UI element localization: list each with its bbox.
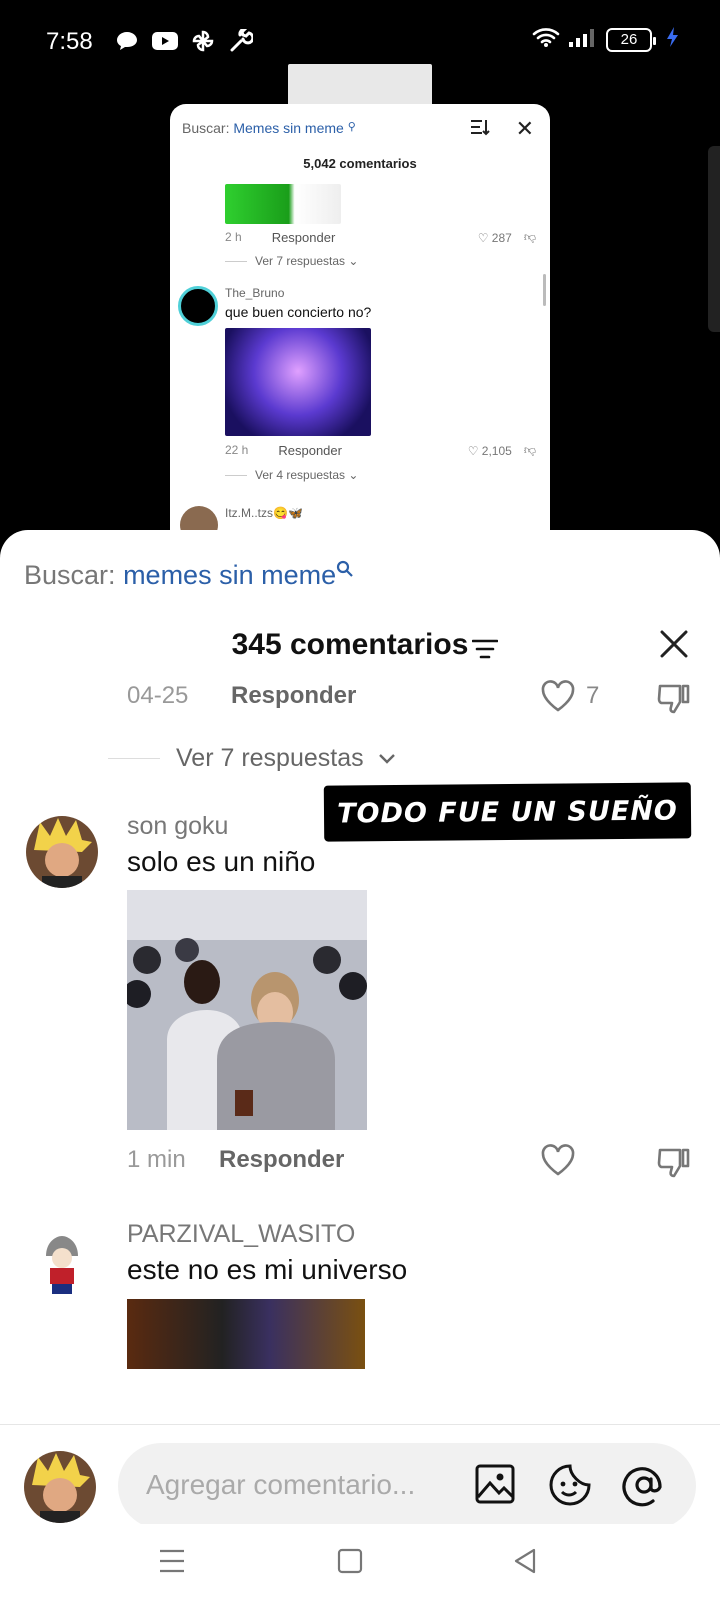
mini-comment-meta-2: 22 h Responder	[225, 443, 342, 458]
mini-panel-preview	[288, 64, 432, 108]
heart-icon	[541, 1144, 575, 1176]
sort-icon[interactable]	[470, 118, 490, 141]
dislike-icon[interactable]	[656, 682, 692, 721]
search-label: Buscar:	[24, 560, 116, 590]
mini-comment-image[interactable]	[225, 184, 341, 224]
comment-username-2[interactable]: PARZIVAL_WASITO	[127, 1220, 355, 1249]
chevron-down-icon	[378, 753, 395, 764]
mention-icon[interactable]	[622, 1463, 666, 1507]
comment-time-2: 1 min	[127, 1146, 186, 1173]
comment-count: 345 comentarios	[231, 628, 469, 661]
reply-button-2[interactable]: Responder	[219, 1146, 344, 1174]
youtube-icon	[152, 28, 178, 54]
notification-icons	[114, 28, 254, 54]
avatar-2[interactable]	[26, 1226, 98, 1298]
avatar[interactable]	[26, 816, 98, 888]
signal-icon	[568, 26, 598, 53]
comment-text-2: este no es mi universo	[127, 1254, 408, 1285]
dislike-icon[interactable]: 👎︎	[524, 230, 536, 245]
search-icon: ⚲	[347, 121, 356, 133]
chat-bubble-icon	[114, 28, 140, 54]
search-icon	[336, 554, 354, 585]
like-button[interactable]: 7	[540, 680, 599, 712]
back-icon[interactable]	[512, 1548, 538, 1579]
screen: 7:58 26 Buscar: Memes sin meme ⚲ ✕ 5,042…	[0, 0, 720, 1604]
close-icon[interactable]	[656, 626, 692, 662]
reply-button[interactable]: Responder	[231, 682, 356, 710]
wifi-icon	[532, 26, 560, 53]
comment-composer: Agregar comentario...	[0, 1424, 720, 1529]
like-button-2[interactable]	[540, 1144, 576, 1176]
mini-avatar-3[interactable]	[180, 506, 218, 530]
image-icon[interactable]	[474, 1463, 518, 1507]
status-time: 7:58	[46, 28, 93, 55]
mini-avatar[interactable]	[178, 286, 218, 326]
mini-comment-text: que buen concierto no?	[225, 304, 372, 320]
comment-photo-2[interactable]	[127, 1299, 365, 1369]
mini-search-query[interactable]: Memes sin meme	[233, 120, 343, 136]
comment-time: 04-25	[127, 682, 189, 709]
comment-input[interactable]: Agregar comentario...	[118, 1443, 696, 1529]
dislike-icon[interactable]: 👎︎	[524, 443, 536, 458]
comment-meta: 04-25 Responder	[127, 682, 356, 710]
comment-photo[interactable]	[127, 890, 367, 1130]
heart-icon	[541, 680, 575, 712]
wrench-icon	[228, 28, 254, 54]
comment-username[interactable]: son goku	[127, 812, 228, 841]
mini-comment-time: 2 h	[225, 230, 242, 244]
replies-divider	[108, 758, 160, 759]
mini-replies-label: Ver 7 respuestas	[255, 254, 346, 268]
comments-list[interactable]: 04-25 Responder 7 Ver 7 respuestas son g…	[0, 680, 720, 1424]
system-nav-bar	[0, 1524, 720, 1604]
like-count: 7	[586, 682, 600, 709]
comments-sheet: Buscar: memes sin meme 345 comentarios 0…	[0, 530, 720, 1604]
mini-search[interactable]: Buscar: Memes sin meme ⚲	[182, 120, 356, 136]
comment-placeholder: Agregar comentario...	[146, 1469, 416, 1500]
filter-icon[interactable]	[471, 638, 499, 665]
mini-username-3[interactable]: Itz.M..tzs😋🦋	[225, 506, 303, 520]
mini-comments-panel: Buscar: Memes sin meme ⚲ ✕ 5,042 comenta…	[170, 104, 550, 530]
overlay-sticker: TODO FUE UN SUEÑO	[323, 782, 692, 842]
mini-username[interactable]: The_Bruno	[225, 286, 284, 300]
mini-concert-image[interactable]	[225, 328, 371, 436]
comment-text: solo es un niño	[127, 846, 316, 877]
replies-label: Ver 7 respuestas	[176, 744, 364, 772]
mini-close-icon[interactable]: ✕	[516, 116, 534, 142]
mini-like-count-2: 2,105	[481, 443, 512, 458]
status-right: 26	[532, 26, 680, 53]
mini-scrollbar[interactable]	[543, 274, 546, 306]
charging-icon	[666, 26, 680, 53]
mini-view-replies[interactable]: Ver 7 respuestas ⌄	[225, 254, 358, 268]
side-panel-handle[interactable]	[708, 146, 720, 332]
search-suggestion[interactable]: Buscar: memes sin meme	[24, 560, 353, 591]
search-query-link[interactable]: memes sin meme	[123, 560, 336, 590]
battery-icon: 26	[606, 27, 656, 52]
sticker-icon[interactable]	[548, 1463, 592, 1507]
view-replies[interactable]: Ver 7 respuestas	[108, 744, 396, 773]
home-icon[interactable]	[337, 1548, 363, 1579]
comment-meta-2: 1 min Responder	[127, 1146, 344, 1174]
mini-replies-label-2: Ver 4 respuestas	[255, 468, 346, 482]
mini-like-group-2: ♡ 2,105 👎︎	[468, 443, 536, 458]
mini-like-group: ♡ 287 👎︎	[478, 230, 536, 245]
mini-search-label: Buscar:	[182, 120, 230, 136]
mini-comment-meta: 2 h Responder	[225, 230, 335, 245]
mini-comment-count: 5,042 comentarios	[303, 156, 417, 171]
dislike-icon[interactable]	[656, 1146, 692, 1185]
heart-icon[interactable]: ♡ 287	[478, 231, 512, 245]
menu-icon[interactable]	[158, 1548, 186, 1579]
comments-title: 345 comentarios	[0, 628, 720, 662]
mini-like-count: 287	[491, 230, 512, 245]
mini-view-replies-2[interactable]: Ver 4 respuestas ⌄	[225, 468, 358, 482]
heart-icon[interactable]: ♡ 2,105	[468, 444, 512, 458]
mini-reply-button[interactable]: Responder	[272, 230, 336, 245]
mini-reply-button-2[interactable]: Responder	[278, 443, 342, 458]
pinwheel-icon	[190, 28, 216, 54]
user-avatar[interactable]	[24, 1451, 96, 1523]
mini-comment-time-2: 22 h	[225, 443, 249, 457]
